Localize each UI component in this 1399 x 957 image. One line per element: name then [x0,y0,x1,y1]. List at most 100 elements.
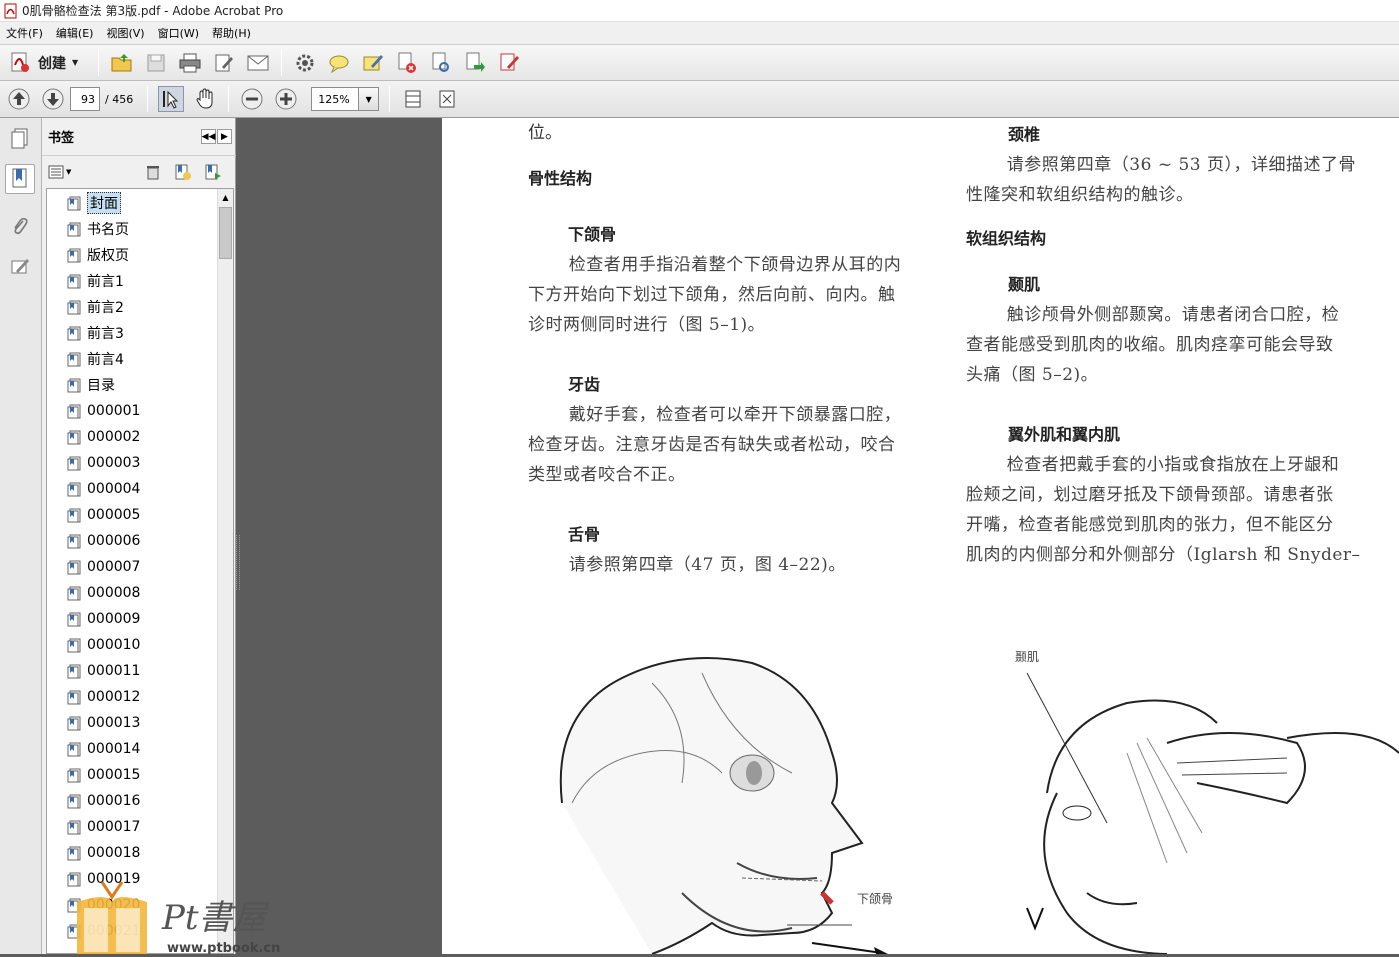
bookmark-item[interactable]: 书名页 [67,218,129,240]
bookmark-item[interactable]: 封面 [67,192,121,214]
bookmark-label: 000009 [87,611,141,627]
chevron-down-icon: ▼ [72,58,79,67]
document-search-icon [432,52,450,72]
bookmark-item[interactable]: 000013 [67,712,140,734]
bookmark-icon [67,716,81,730]
export-document-icon [466,52,486,72]
page-thumbnails-button[interactable] [5,124,35,154]
text-line: 肌肉的内侧部分和外侧部分（Iglarsh 和 Snyder– [966,545,1361,565]
bookmarks-button[interactable] [5,164,35,194]
hand-tool-button[interactable] [192,86,218,112]
zoom-in-button[interactable] [273,86,299,112]
text-line: 检查牙齿。注意牙齿是否有缺失或者松动，咬合 [528,435,896,455]
save-disk-icon [147,54,165,71]
bookmark-item[interactable]: 前言3 [67,322,124,344]
bookmark-item[interactable]: 000004 [67,478,140,500]
bookmark-item[interactable]: 000015 [67,764,140,786]
menu-help[interactable]: 帮助(H) [212,25,251,41]
edit-button[interactable] [211,50,237,76]
print-button[interactable] [177,50,203,76]
bookmark-item[interactable]: 目录 [67,374,115,396]
menu-edit[interactable]: 编辑(E) [56,25,94,41]
options-menu-button[interactable]: ▼ [48,165,71,179]
bookmark-item[interactable]: 000014 [67,738,140,760]
menu-view[interactable]: 视图(V) [106,25,144,41]
bookmark-item[interactable]: 000010 [67,634,140,656]
bookmarks-scrollbar[interactable]: ▲ [217,189,233,953]
email-button[interactable] [245,50,271,76]
bookmark-item[interactable]: 000016 [67,790,140,812]
bookmark-label: 前言3 [87,326,124,342]
signatures-button[interactable] [5,252,35,282]
bookmark-item[interactable]: 前言1 [67,270,124,292]
figure-label-temporalis: 颞肌 [1015,650,1040,664]
zoom-out-button[interactable] [239,86,265,112]
bookmark-item[interactable]: 000011 [67,660,140,682]
scroll-up-button[interactable]: ▲ [218,189,233,205]
delete-page-button[interactable] [394,50,420,76]
bookmark-icon [67,508,81,522]
trash-icon [147,166,159,180]
settings-button[interactable] [292,50,318,76]
heading-bony-structures: 骨性结构 [528,169,593,188]
bookmark-item[interactable]: 前言4 [67,348,124,370]
bookmark-item[interactable]: 000017 [67,816,140,838]
menu-file[interactable]: 文件(F) [6,25,43,41]
bookmark-item[interactable]: 000008 [67,582,140,604]
right-column: 颈椎 请参照第四章（36 ~ 53 页），详细描述了骨 性隆突和软组织结构的触诊… [966,120,1386,570]
new-bookmark-button[interactable] [174,163,192,184]
bookmark-item[interactable]: 000003 [67,452,140,474]
bookmark-label: 前言2 [87,300,124,316]
sign-button[interactable] [360,50,386,76]
temporalis-palpation-illustration [1026,672,1399,954]
save-button[interactable] [143,50,169,76]
text-line: 脸颊之间，划过磨牙抵及下颌骨颈部。请患者张 [966,485,1334,505]
bookmark-item[interactable]: 000009 [67,608,140,630]
paragraph-hyoid: 请参照第四章（47 页，图 4–22)。 [528,550,938,580]
text-line: 请参照第四章（47 页，图 4–22)。 [568,555,846,575]
open-folder-button[interactable] [109,50,135,76]
bookmark-icon [67,326,81,340]
next-page-button[interactable] [40,86,66,112]
expand-icon [439,90,455,108]
page-number-input[interactable]: 93 [70,87,100,111]
previous-page-button[interactable] [6,86,32,112]
menu-window[interactable]: 窗口(W) [158,25,199,41]
create-button[interactable]: 创建 ▼ [8,51,78,75]
delete-bookmark-button[interactable] [146,164,160,183]
bookmark-item[interactable]: 000007 [67,556,140,578]
fit-page-button[interactable] [400,86,426,112]
collapse-panel-button[interactable]: ◀◀ [201,129,216,144]
export-button[interactable] [462,50,488,76]
bookmark-label: 000001 [87,403,141,419]
scrollbar-thumb[interactable] [219,207,232,259]
zoom-level-input[interactable]: 125% [311,87,360,111]
bookmark-item[interactable]: 000001 [67,400,140,422]
bookmark-label: 000007 [87,559,141,575]
minus-circle-icon [241,88,263,110]
select-tool-button[interactable] [158,86,185,112]
zoom-dropdown-button[interactable]: ▼ [359,87,380,111]
pdf-file-icon [4,3,17,18]
delete-document-icon [398,52,417,73]
printer-icon [179,53,201,72]
page-properties-button[interactable] [428,50,454,76]
bookmark-item[interactable]: 版权页 [67,244,129,266]
panel-resize-handle[interactable] [236,535,240,590]
comment-button[interactable] [326,50,352,76]
expand-panel-button[interactable]: ▶ [217,129,232,144]
heading-mandible: 下颌骨 [568,225,617,244]
bookmark-item[interactable]: 000002 [67,426,140,448]
bookmark-label: 前言4 [87,352,124,368]
bookmark-icon [67,274,81,288]
expand-bookmark-button[interactable] [204,163,222,184]
bookmark-item[interactable]: 000018 [67,842,140,864]
bookmark-item[interactable]: 前言2 [67,296,124,318]
attachments-button[interactable] [5,212,35,242]
bookmark-item[interactable]: 000005 [67,504,140,526]
full-screen-button[interactable] [434,86,460,112]
bookmark-item[interactable]: 000006 [67,530,140,552]
heading-hyoid: 舌骨 [568,525,601,544]
bookmark-item[interactable]: 000012 [67,686,140,708]
edit-form-button[interactable] [496,50,522,76]
